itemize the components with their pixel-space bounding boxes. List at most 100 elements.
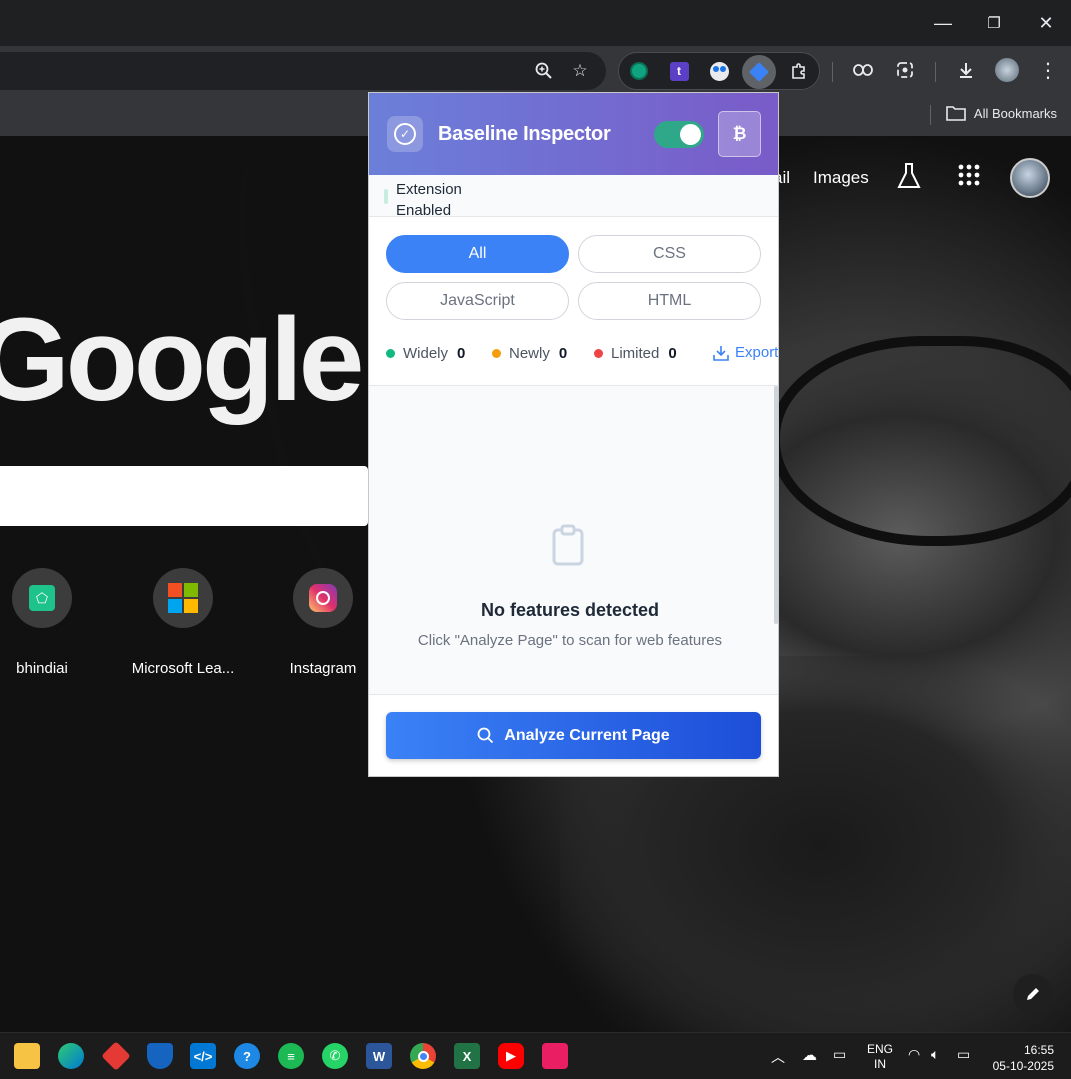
download-icon xyxy=(713,345,729,361)
filter-javascript-button[interactable]: JavaScript xyxy=(386,282,569,320)
edge-icon[interactable] xyxy=(58,1043,84,1069)
popup-header: ✓ Baseline Inspector ₿ xyxy=(369,93,778,175)
images-link[interactable]: Images xyxy=(813,168,869,188)
clock-time: 16:55 xyxy=(1023,1043,1054,1057)
battery-icon[interactable]: ▭ xyxy=(957,1046,970,1063)
toggle-knob xyxy=(680,124,701,145)
microsoft-icon xyxy=(153,568,213,628)
newly-dot xyxy=(492,349,501,358)
game-icon[interactable] xyxy=(542,1043,568,1069)
excel-icon[interactable]: X xyxy=(454,1043,480,1069)
region-code: IN xyxy=(874,1057,886,1071)
show-hidden-icons[interactable]: ︿ xyxy=(771,1047,785,1067)
word-icon[interactable]: W xyxy=(366,1043,392,1069)
status-text: Extension Enabled xyxy=(396,181,462,219)
legend-count: 0 xyxy=(668,345,677,362)
filter-all-button[interactable]: All xyxy=(386,235,569,273)
legend-count: 0 xyxy=(457,345,466,362)
theme-toggle-button[interactable]: ₿ xyxy=(718,111,761,157)
status-row: Extension Enabled xyxy=(369,175,778,219)
extensions-puzzle-icon[interactable] xyxy=(785,57,813,85)
shortcut-label: Instagram xyxy=(289,660,357,677)
features-list[interactable]: No features detected Click "Analyze Page… xyxy=(369,385,778,695)
legend-widely: Widely 0 xyxy=(386,345,465,362)
lens-capture-icon[interactable] xyxy=(891,56,919,84)
analyze-page-button[interactable]: Analyze Current Page xyxy=(386,712,761,759)
shortcut-instagram[interactable]: Instagram xyxy=(263,568,383,677)
toolbar-divider xyxy=(832,62,833,82)
shortcut-bhindiai[interactable]: ⬠ bhindiai xyxy=(0,568,102,677)
screen: — ❐ ✕ ☆ t ⋮ All Bookmarks Google ail Ima… xyxy=(0,0,1071,1079)
chatgpt-extension-icon[interactable] xyxy=(625,57,653,85)
restore-button[interactable]: ❐ xyxy=(979,8,1009,38)
wifi-icon[interactable]: ◠ xyxy=(908,1046,920,1063)
t-extension-icon[interactable]: t xyxy=(665,57,693,85)
browser-titlebar: — ❐ ✕ xyxy=(0,0,1071,46)
baseline-inspector-popup: ✓ Baseline Inspector ₿ Extension Enabled… xyxy=(368,92,779,777)
language-indicator[interactable]: ENG IN xyxy=(867,1042,893,1072)
whatsapp-icon[interactable]: ✆ xyxy=(322,1043,348,1069)
language-code: ENG xyxy=(867,1042,894,1056)
widely-dot xyxy=(386,349,395,358)
export-label: Export xyxy=(735,344,779,361)
customize-pencil-button[interactable] xyxy=(1013,974,1053,1014)
onedrive-icon[interactable]: ☁ xyxy=(802,1046,817,1064)
minimize-button[interactable]: — xyxy=(928,8,958,38)
browser-toolbar: ☆ t ⋮ xyxy=(0,46,1071,94)
shortcut-microsoft-learn[interactable]: Microsoft Lea... xyxy=(123,568,243,677)
legend-newly: Newly 0 xyxy=(492,345,567,362)
check-circle-icon: ✓ xyxy=(394,123,416,145)
apps-grid-icon[interactable] xyxy=(958,164,980,193)
filter-css-button[interactable]: CSS xyxy=(578,235,761,273)
keyboard-icon[interactable]: ▭ xyxy=(833,1046,846,1063)
status-indicator xyxy=(384,189,388,204)
legend-label: Widely xyxy=(403,345,449,362)
youtube-icon[interactable]: ▶ xyxy=(498,1043,524,1069)
limited-dot xyxy=(594,349,603,358)
all-bookmarks-button[interactable]: All Bookmarks xyxy=(946,105,1057,121)
instagram-icon xyxy=(293,568,353,628)
volume-icon[interactable]: 🔈︎ xyxy=(931,1046,939,1063)
empty-state-subtitle: Click "Analyze Page" to scan for web fea… xyxy=(417,632,723,649)
file-explorer-icon[interactable] xyxy=(14,1043,40,1069)
legend-count: 0 xyxy=(558,345,568,362)
baseline-inspector-extension-icon[interactable] xyxy=(742,55,776,89)
google-search-box[interactable] xyxy=(0,466,368,526)
enable-toggle[interactable] xyxy=(654,121,704,148)
labs-flask-icon[interactable] xyxy=(896,162,922,197)
legend-limited: Limited 0 xyxy=(594,345,677,362)
empty-state-title: No features detected xyxy=(480,600,660,620)
help-icon[interactable]: ? xyxy=(234,1043,260,1069)
profile-avatar[interactable] xyxy=(993,56,1021,84)
windows-taskbar: </> ? ≡ ✆ W X ▶ ︿ ☁ ▭ ENG IN ◠ 🔈︎ ▭ 16:5… xyxy=(0,1032,1071,1079)
legend-label: Newly xyxy=(509,345,550,362)
all-bookmarks-label: All Bookmarks xyxy=(973,105,1057,121)
extension-logo: ✓ xyxy=(387,116,423,152)
search-icon xyxy=(477,727,494,744)
toolbar-divider xyxy=(935,62,936,82)
spotify-icon[interactable]: ≡ xyxy=(278,1043,304,1069)
address-bar[interactable]: ☆ xyxy=(0,52,606,90)
red-app-icon[interactable] xyxy=(101,1041,131,1071)
export-button[interactable]: Export xyxy=(713,344,778,361)
bookmark-star-icon[interactable]: ☆ xyxy=(566,57,594,85)
bhindiai-icon: ⬠ xyxy=(12,568,72,628)
chrome-icon[interactable] xyxy=(410,1043,436,1069)
more-menu-icon[interactable]: ⋮ xyxy=(1034,56,1062,84)
security-shield-icon[interactable] xyxy=(147,1043,173,1069)
analyze-label: Analyze Current Page xyxy=(504,726,670,744)
popup-title: Baseline Inspector xyxy=(438,123,611,145)
download-icon[interactable] xyxy=(952,56,980,84)
link-icon[interactable] xyxy=(849,56,877,84)
shortcut-label: bhindiai xyxy=(16,660,68,677)
google-logo: Google xyxy=(0,294,364,426)
list-scrollbar[interactable] xyxy=(774,386,778,624)
theme-icon: ₿ xyxy=(732,124,747,143)
filter-html-button[interactable]: HTML xyxy=(578,282,761,320)
google-account-avatar[interactable] xyxy=(1010,158,1050,198)
vscode-icon[interactable]: </> xyxy=(190,1043,216,1069)
close-window-button[interactable]: ✕ xyxy=(1031,8,1061,38)
group-extension-icon[interactable] xyxy=(705,57,733,85)
zoom-icon[interactable] xyxy=(530,57,558,85)
clock[interactable]: 16:55 05-10-2025 xyxy=(990,1042,1054,1074)
